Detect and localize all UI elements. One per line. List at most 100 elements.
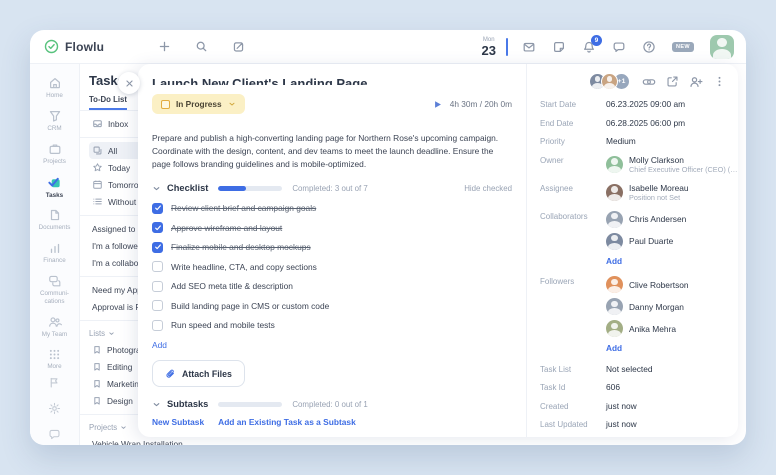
follower-row[interactable]: Anika Mehra <box>606 320 689 338</box>
collaborator-avatar <box>606 232 623 250</box>
flag-icon[interactable] <box>48 376 61 389</box>
field-task-list[interactable]: Task List Not selected <box>540 364 726 374</box>
collaborator-row[interactable]: Chris Andersen <box>606 210 686 228</box>
collapse-chevron-icon[interactable] <box>152 184 161 193</box>
checklist-item: Approve wireframe and layout <box>152 221 512 235</box>
field-start-date[interactable]: Start Date 06.23.2025 09:00 am <box>540 99 726 109</box>
checkbox-unchecked[interactable] <box>152 319 163 331</box>
time-tracked-value: 4h 30m / 20h 0m <box>449 99 512 109</box>
kebab-menu-icon[interactable] <box>713 75 726 88</box>
sidebar-item-projects[interactable]: Projects <box>32 138 78 171</box>
create-plus-icon[interactable] <box>158 40 171 53</box>
start-timer-play-icon[interactable] <box>432 99 443 110</box>
field-last-updated: Last Updated just now <box>540 419 637 430</box>
collaborator-row[interactable]: Paul Duarte <box>606 232 686 250</box>
paperclip-icon <box>165 368 176 379</box>
checkbox-unchecked[interactable] <box>152 280 163 292</box>
checkbox-checked[interactable] <box>152 241 163 253</box>
gear-icon[interactable] <box>48 402 61 415</box>
checklist-item: Write headline, CTA, and copy sections <box>152 260 512 274</box>
add-existing-subtask-link[interactable]: Add an Existing Task as a Subtask <box>218 417 356 427</box>
inbox-icon <box>92 118 103 129</box>
follower-row[interactable]: Clive Robertson <box>606 276 689 294</box>
checklist-item: Finalize mobile and desktop mockups <box>152 240 512 254</box>
task-detail-card: Launch New Client's Landing Page In Prog… <box>138 64 738 437</box>
checkbox-unchecked[interactable] <box>152 261 163 273</box>
bookmark-icon <box>92 379 102 389</box>
sidebar-item-tasks[interactable]: Tasks <box>32 171 78 205</box>
notification-count-badge: 9 <box>590 34 602 46</box>
copy-link-icon[interactable] <box>642 75 656 89</box>
checklist-completed-count: Completed: 3 out of 7 <box>292 183 368 193</box>
checkbox-unchecked[interactable] <box>152 300 163 312</box>
follower-avatar <box>606 320 623 338</box>
notes-icon[interactable] <box>552 40 566 54</box>
add-collaborator-link[interactable]: Add <box>606 256 686 266</box>
checkbox-checked[interactable] <box>152 222 163 234</box>
add-follower-link[interactable]: Add <box>606 343 689 353</box>
chat-icon[interactable] <box>612 40 626 54</box>
calendar-date[interactable]: Mon 23 <box>481 37 495 57</box>
projects-icon <box>48 142 62 156</box>
list-icon <box>92 196 103 207</box>
field-created: Created just now <box>540 400 637 411</box>
open-external-icon[interactable] <box>666 75 679 88</box>
search-icon[interactable] <box>195 40 208 53</box>
sidebar-item-my-team[interactable]: My Team <box>32 311 78 344</box>
subtasks-completed-count: Completed: 0 out of 1 <box>292 399 368 409</box>
sidebar-bottom <box>48 376 61 445</box>
add-person-icon[interactable] <box>689 75 703 89</box>
calendar-icon <box>92 179 103 190</box>
checklist-item: Build landing page in CMS or custom code <box>152 299 512 313</box>
topbar-actions <box>158 40 245 53</box>
main-sidebar: Home CRM Projects Tasks Documents Financ… <box>30 64 80 445</box>
attach-files-button[interactable]: Attach Files <box>152 360 245 388</box>
documents-icon <box>48 208 62 222</box>
tab-todo-list[interactable]: To-Do List <box>89 95 127 110</box>
add-checklist-item-link[interactable]: Add <box>152 340 167 350</box>
bookmark-icon <box>92 345 102 355</box>
desktop-background: Flowlu Mon 23 9 NEW Home CRM Projects Ta… <box>0 0 776 475</box>
sidebar-item-communications[interactable]: Communi-cations <box>32 270 78 311</box>
finance-icon <box>48 241 62 255</box>
notifications-bell[interactable]: 9 <box>582 34 602 54</box>
sidebar-item-documents[interactable]: Documents <box>32 204 78 237</box>
field-priority[interactable]: Priority Medium <box>540 136 726 146</box>
field-owner[interactable]: Owner Molly Clarkson Chief Executive Off… <box>540 155 738 175</box>
quick-note-icon[interactable] <box>232 40 245 53</box>
task-details-panel: +1 Start Date 06.23.2025 09:00 am End Da… <box>526 64 738 437</box>
bookmark-icon <box>92 362 102 372</box>
field-task-id: Task Id 606 <box>540 382 620 393</box>
user-avatar[interactable] <box>710 34 734 59</box>
sidebar-item-finance[interactable]: Finance <box>32 237 78 270</box>
chevron-down-icon <box>121 425 126 429</box>
layers-icon <box>92 145 103 156</box>
mail-icon[interactable] <box>522 40 536 54</box>
checklist-item: Review client brief and campaign goals <box>152 201 512 215</box>
new-feature-badge[interactable]: NEW <box>671 41 694 52</box>
topbar: Flowlu Mon 23 9 NEW <box>30 30 746 64</box>
task-description: Prepare and publish a high-converting la… <box>152 133 499 170</box>
flowlu-logo[interactable]: Flowlu <box>44 39 104 54</box>
new-subtask-link[interactable]: New Subtask <box>152 417 204 427</box>
checkbox-checked[interactable] <box>152 202 163 214</box>
collapse-chevron-icon[interactable] <box>152 400 161 409</box>
team-icon <box>48 315 62 329</box>
help-icon[interactable] <box>642 40 656 54</box>
participant-avatars[interactable]: +1 <box>589 73 630 90</box>
feedback-bubble-icon[interactable] <box>48 428 61 441</box>
field-end-date[interactable]: End Date 06.28.2025 06:00 pm <box>540 118 726 128</box>
sidebar-item-crm[interactable]: CRM <box>32 105 78 138</box>
field-followers: Followers Clive Robertson Danny Morgan A… <box>540 276 689 354</box>
follower-row[interactable]: Danny Morgan <box>606 298 689 316</box>
subtasks-title: Subtasks <box>167 399 209 410</box>
crm-funnel-icon <box>48 109 62 123</box>
hide-checked-link[interactable]: Hide checked <box>464 184 512 193</box>
calendar-day-number: 23 <box>481 42 496 58</box>
field-assignee[interactable]: Assignee Isabelle Moreau Position not Se… <box>540 183 726 203</box>
sidebar-item-home[interactable]: Home <box>32 72 78 105</box>
sidebar-item-more[interactable]: More <box>32 344 78 376</box>
status-dropdown[interactable]: In Progress <box>152 94 245 114</box>
close-task-button[interactable] <box>118 72 140 94</box>
follower-avatar <box>606 298 623 316</box>
